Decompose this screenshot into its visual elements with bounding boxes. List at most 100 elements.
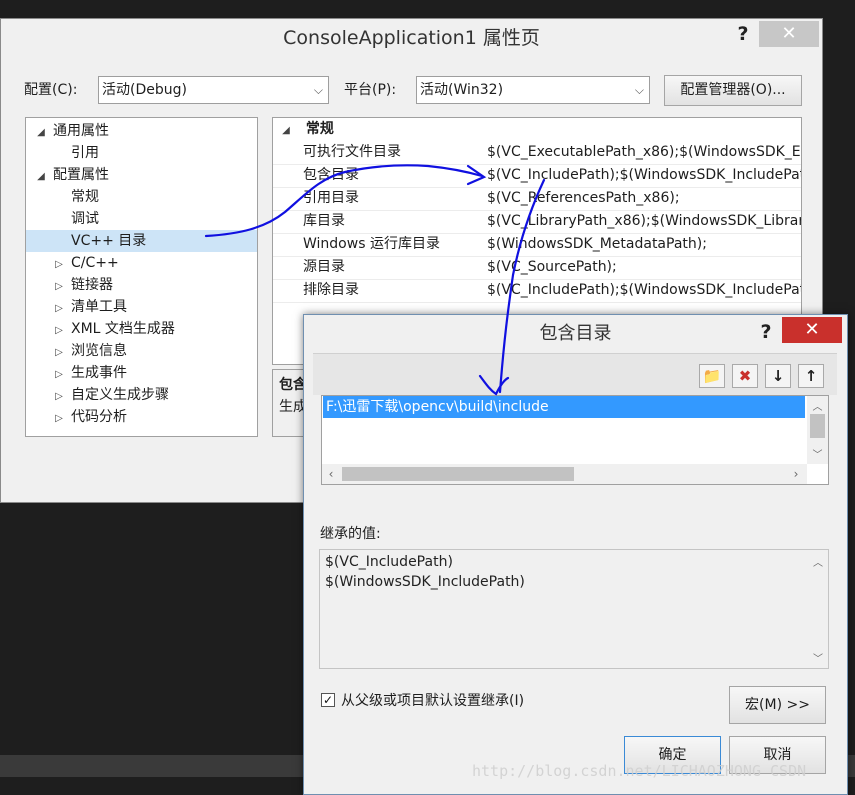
property-tree: ◢ 通用属性引用 ◢ 配置属性常规调试 VC++ 目录 ▷ C/C++ ▷ 链接器 ▷ 清单工具 ▷ X… <box>25 117 258 437</box>
scroll-up-icon[interactable]: ︿ <box>807 398 828 413</box>
dialog-close-button[interactable]: ✕ <box>782 317 842 343</box>
inherit-checkbox[interactable]: ✓ <box>321 693 335 707</box>
expand-icon[interactable]: ▷ <box>52 342 66 364</box>
chevron-down-icon: ⌵ <box>634 83 644 97</box>
tree-item[interactable]: 常规 <box>26 186 257 208</box>
grid-section-general[interactable]: ◢ 常规 <box>273 118 801 141</box>
scroll-down-icon[interactable]: ﹀ <box>810 650 826 665</box>
directory-list[interactable]: F:\迅雷下载\opencv\build\include ︿ ﹀ ‹ › <box>321 395 829 485</box>
grid-row[interactable]: 可执行文件目录 $(VC_ExecutablePath_x86);$(Window… <box>273 141 801 165</box>
tree-item-label: VC++ 目录 <box>71 233 147 249</box>
tree-item[interactable]: ▷ 清单工具 <box>26 296 257 318</box>
inherit-checkbox-label[interactable]: 从父级或项目默认设置继承(I) <box>341 690 524 710</box>
close-button[interactable]: ✕ <box>759 21 819 47</box>
inherited-values-box: $(VC_IncludePath) $(WindowsSDK_IncludePa… <box>319 549 829 669</box>
grid-row-name: 引用目录 <box>303 190 359 206</box>
config-select[interactable]: 活动(Debug) ⌵ <box>98 76 329 104</box>
grid-row[interactable]: Windows 运行库目录 $(WindowsSDK_MetadataPath); <box>273 233 801 257</box>
platform-label: 平台(P): <box>344 82 397 98</box>
grid-row-name: 可执行文件目录 <box>303 144 401 160</box>
tree-item[interactable]: ◢ 通用属性 <box>26 120 257 142</box>
expand-icon: ◢ <box>282 125 290 136</box>
tree-item-label: C/C++ <box>71 255 119 271</box>
inherited-value: $(WindowsSDK_IncludePath) <box>325 574 525 590</box>
tree-item-label: 自定义生成步骤 <box>71 387 169 403</box>
grid-row[interactable]: 包含目录 $(VC_IncludePath);$(WindowsSDK_Inclu… <box>273 164 801 188</box>
expand-icon[interactable]: ▷ <box>52 298 66 320</box>
tree-item-label: 配置属性 <box>53 167 109 183</box>
delete-icon[interactable]: ✖ <box>732 364 758 388</box>
grid-row[interactable]: 引用目录 $(VC_ReferencesPath_x86); <box>273 187 801 211</box>
scroll-right-icon[interactable]: › <box>787 467 805 481</box>
scroll-up-icon[interactable]: ︿ <box>810 554 826 569</box>
tree-item-label: 通用属性 <box>53 123 109 139</box>
grid-row-name: 包含目录 <box>303 167 359 183</box>
watermark: http://blog.csdn.net/LICHAOZHONG CSDN <box>472 762 807 780</box>
tree-item[interactable]: ▷ 链接器 <box>26 274 257 296</box>
tree-item[interactable]: 调试 <box>26 208 257 230</box>
horizontal-scrollbar[interactable]: ‹ › <box>322 464 807 484</box>
grid-row[interactable]: 排除目录 $(VC_IncludePath);$(WindowsSDK_Inclu… <box>273 279 801 303</box>
grid-row-value[interactable]: $(VC_IncludePath);$(WindowsSDK_IncludePa… <box>487 164 801 187</box>
help-button[interactable]: ? <box>729 21 757 47</box>
tree-item-label: 生成事件 <box>71 365 127 381</box>
grid-row-name: 库目录 <box>303 213 345 229</box>
inherited-label: 继承的值: <box>320 526 381 542</box>
scroll-left-icon[interactable]: ‹ <box>322 467 340 481</box>
tree-item-label: 调试 <box>71 211 99 227</box>
list-item[interactable]: F:\迅雷下载\opencv\build\include <box>323 396 805 418</box>
grid-row[interactable]: 库目录 $(VC_LibraryPath_x86);$(WindowsSDK_Li… <box>273 210 801 234</box>
grid-row-value[interactable]: $(VC_SourcePath); <box>487 256 617 279</box>
move-up-icon[interactable]: ↑ <box>798 364 824 388</box>
expand-icon[interactable]: ▷ <box>52 364 66 386</box>
grid-section-label: 常规 <box>305 121 334 137</box>
tree-item[interactable]: ▷ 生成事件 <box>26 362 257 384</box>
config-select-value: 活动(Debug) <box>102 82 187 98</box>
grid-row-value[interactable]: $(VC_ReferencesPath_x86); <box>487 187 680 210</box>
expand-icon[interactable]: ▷ <box>52 408 66 430</box>
window-title: ConsoleApplication1 属性页 <box>283 27 540 49</box>
expand-icon[interactable]: ▷ <box>52 320 66 342</box>
tree-item[interactable]: ▷ XML 文档生成器 <box>26 318 257 340</box>
tree-item[interactable]: ▷ C/C++ <box>26 252 257 274</box>
config-manager-button[interactable]: 配置管理器(O)... <box>664 75 802 106</box>
tree-item-label: 代码分析 <box>71 409 127 425</box>
macro-button[interactable]: 宏(M) >> <box>729 686 826 724</box>
grid-row-value[interactable]: $(VC_IncludePath);$(WindowsSDK_IncludePa… <box>487 279 801 302</box>
grid-row[interactable]: 源目录 $(VC_SourcePath); <box>273 256 801 280</box>
tree-item[interactable]: 引用 <box>26 142 257 164</box>
grid-row-name: Windows 运行库目录 <box>303 236 440 252</box>
tree-item-label: 链接器 <box>71 277 113 293</box>
expand-icon[interactable]: ◢ <box>34 122 48 144</box>
scroll-thumb-horizontal[interactable] <box>342 467 574 481</box>
grid-row-name: 源目录 <box>303 259 345 275</box>
grid-row-name: 排除目录 <box>303 282 359 298</box>
tree-item-label: 浏览信息 <box>71 343 127 359</box>
platform-select[interactable]: 活动(Win32) ⌵ <box>416 76 650 104</box>
tree-item-label: XML 文档生成器 <box>71 321 175 337</box>
expand-icon[interactable]: ▷ <box>52 276 66 298</box>
move-down-icon[interactable]: ↓ <box>765 364 791 388</box>
tree-item[interactable]: ▷ 自定义生成步骤 <box>26 384 257 406</box>
expand-icon[interactable]: ◢ <box>34 166 48 188</box>
grid-row-value[interactable]: $(VC_ExecutablePath_x86);$(WindowsSDK_Ex… <box>487 141 801 164</box>
grid-row-value[interactable]: $(WindowsSDK_MetadataPath); <box>487 233 707 256</box>
grid-row-value[interactable]: $(VC_LibraryPath_x86);$(WindowsSDK_Libra… <box>487 210 801 233</box>
dialog-toolbar: 📁 ✖ ↓ ↑ <box>313 353 837 395</box>
expand-icon[interactable]: ▷ <box>52 254 66 276</box>
dialog-help-button[interactable]: ? <box>752 319 780 345</box>
scroll-thumb[interactable] <box>810 414 825 438</box>
expand-icon[interactable]: ▷ <box>52 386 66 408</box>
tree-item[interactable]: VC++ 目录 <box>26 230 257 252</box>
inherited-value: $(VC_IncludePath) <box>325 554 453 570</box>
tree-item[interactable]: ◢ 配置属性 <box>26 164 257 186</box>
vertical-scrollbar[interactable]: ︿ ﹀ <box>807 396 828 464</box>
new-folder-icon[interactable]: 📁 <box>699 364 725 388</box>
config-label: 配置(C): <box>24 82 78 98</box>
include-dirs-dialog: 包含目录 ? ✕ 📁 ✖ ↓ ↑ F:\迅雷下载\opencv\build\in… <box>303 314 848 795</box>
tree-item[interactable]: ▷ 浏览信息 <box>26 340 257 362</box>
tree-item-label: 清单工具 <box>71 299 127 315</box>
scroll-down-icon[interactable]: ﹀ <box>807 446 828 461</box>
platform-select-value: 活动(Win32) <box>420 82 504 98</box>
tree-item[interactable]: ▷ 代码分析 <box>26 406 257 428</box>
